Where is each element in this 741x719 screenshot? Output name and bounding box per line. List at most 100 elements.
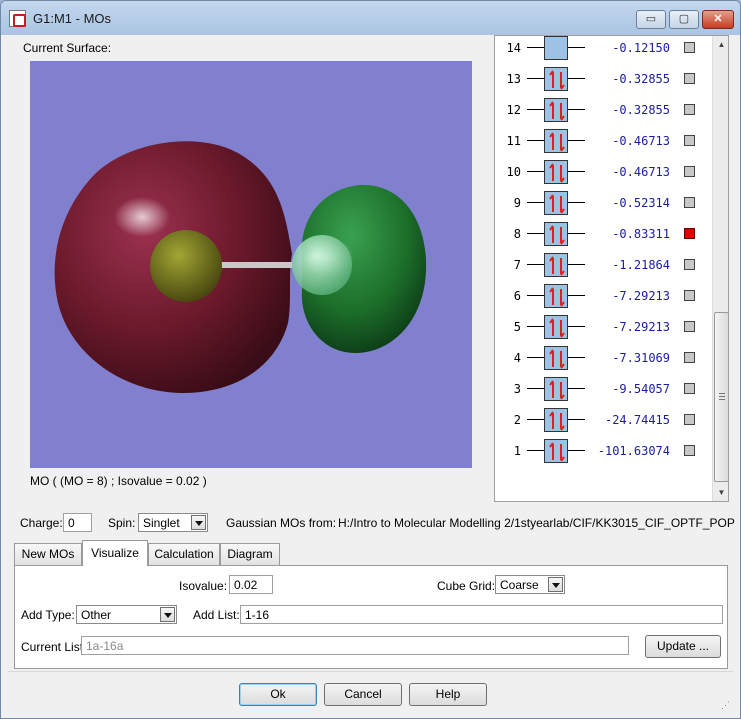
isovalue-input[interactable] (229, 575, 273, 594)
add-list-input[interactable] (240, 605, 723, 624)
mo-number: 8 (513, 227, 521, 241)
mo-row[interactable]: 4 -7.31069 (495, 342, 711, 373)
mo-row[interactable]: 12 -0.32855 (495, 94, 711, 125)
mo-select-checkbox[interactable] (684, 290, 695, 301)
spin-value: Singlet (143, 516, 180, 530)
mo-select-checkbox[interactable] (684, 166, 695, 177)
mo-select-checkbox[interactable] (684, 42, 695, 53)
heavy-atom (150, 230, 222, 302)
mo-select-checkbox[interactable] (684, 445, 695, 456)
electron-pair-icon[interactable] (544, 67, 568, 91)
electron-pair-icon[interactable] (544, 284, 568, 308)
dialog-client: Current Surface: MO ((MO = 8) ; Isovalu… (8, 35, 735, 713)
mo-energy: -9.54057 (612, 382, 670, 396)
close-button[interactable]: ✕ (702, 10, 734, 29)
mo-select-checkbox[interactable] (684, 414, 695, 425)
scroll-down-icon[interactable]: ▼ (713, 484, 728, 501)
mo-number: 5 (513, 320, 521, 334)
mo-select-checkbox[interactable] (684, 352, 695, 363)
mo-row[interactable]: 11 -0.46713 (495, 125, 711, 156)
grip-icon (719, 393, 725, 400)
update-button[interactable]: Update ... (645, 635, 721, 658)
mo-select-checkbox[interactable] (684, 383, 695, 394)
mo-row[interactable]: 14 -0.12150 (495, 36, 711, 63)
mo-energy: -0.83311 (612, 227, 670, 241)
mo-row[interactable]: 7 -1.21864 (495, 249, 711, 280)
mo-row[interactable]: 10 -0.46713 (495, 156, 711, 187)
electron-pair-icon[interactable] (544, 377, 568, 401)
electron-pair-icon[interactable] (544, 439, 568, 463)
mo-row[interactable]: 8 -0.83311 (495, 218, 711, 249)
electron-pair-icon[interactable] (544, 160, 568, 184)
charge-input[interactable] (63, 513, 92, 532)
mo-energy: -0.32855 (612, 72, 670, 86)
current-list-label: Current List: (21, 640, 87, 654)
mo-row[interactable]: 13 -0.32855 (495, 63, 711, 94)
chevron-down-icon (191, 515, 206, 530)
close-icon: ✕ (713, 13, 723, 25)
electron-pair-icon[interactable] (544, 98, 568, 122)
mo-row[interactable]: 2 -24.74415 (495, 404, 711, 435)
electron-pair-icon[interactable] (544, 191, 568, 215)
mos-window: G1:M1 - MOs ▭ ▢ ✕ Current Surface: MO (… (0, 0, 741, 719)
visualize-panel: Isovalue: Cube Grid: Coarse Add Type: Ot… (14, 565, 728, 669)
minimize-icon: ▭ (645, 13, 657, 25)
tab-visualize[interactable]: Visualize (82, 540, 148, 566)
mo-number: 14 (506, 41, 521, 55)
title-bar[interactable]: G1:M1 - MOs ▭ ▢ ✕ (1, 1, 740, 35)
mo-select-checkbox[interactable] (684, 228, 695, 239)
mo-row[interactable]: 1 -101.63074 (495, 435, 711, 466)
mo-number: 7 (513, 258, 521, 272)
mo-number: 11 (506, 134, 521, 148)
mo-select-checkbox[interactable] (684, 259, 695, 270)
mo-row[interactable]: 9 -0.52314 (495, 187, 711, 218)
tab-diagram[interactable]: Diagram (220, 543, 280, 565)
mo-row[interactable]: 6 -7.29213 (495, 280, 711, 311)
maximize-button[interactable]: ▢ (669, 10, 699, 29)
resize-grip-icon[interactable]: ⋰ (721, 700, 731, 710)
mo-row[interactable]: 5 -7.29213 (495, 311, 711, 342)
electron-pair-icon[interactable] (544, 222, 568, 246)
mo-energy: -0.46713 (612, 134, 670, 148)
molecule-viewport[interactable] (30, 61, 472, 468)
tab-new-mos[interactable]: New MOs (14, 543, 82, 565)
electron-pair-icon[interactable] (544, 315, 568, 339)
add-list-label: Add List: (193, 608, 240, 622)
isovalue-label: Isovalue: (179, 579, 228, 593)
mo-energy: -24.74415 (604, 413, 670, 427)
source-path: H:/Intro to Molecular Modelling 2/1styea… (338, 516, 735, 530)
mo-select-checkbox[interactable] (684, 73, 695, 84)
mo-select-checkbox[interactable] (684, 321, 695, 332)
molecule-render (54, 141, 427, 394)
mo-energy: -1.21864 (612, 258, 670, 272)
mo-list[interactable]: 14 -0.12150 13 -0.32855 12 -0.32855 11 -0.46713… (494, 35, 729, 502)
mo-list-scrollbar[interactable]: ▲ ▼ (712, 36, 728, 501)
tab-calculation[interactable]: Calculation (148, 543, 220, 565)
mo-row[interactable]: 3 -9.54057 (495, 373, 711, 404)
help-button[interactable]: Help (409, 683, 487, 706)
minimize-button[interactable]: ▭ (636, 10, 666, 29)
chevron-down-icon (548, 577, 563, 592)
add-type-value: Other (81, 608, 112, 622)
empty-orbital-icon[interactable] (544, 36, 568, 60)
cube-grid-label: Cube Grid: (437, 579, 496, 593)
electron-pair-icon[interactable] (544, 408, 568, 432)
current-surface-label: Current Surface: (23, 41, 112, 55)
mo-energy: -7.31069 (612, 351, 670, 365)
mo-select-checkbox[interactable] (684, 104, 695, 115)
ok-button[interactable]: Ok (239, 683, 317, 706)
scroll-up-icon[interactable]: ▲ (713, 36, 728, 53)
electron-pair-icon[interactable] (544, 253, 568, 277)
lobe-highlight (114, 197, 170, 237)
spin-label: Spin: (108, 516, 136, 530)
mo-energy: -0.52314 (612, 196, 670, 210)
electron-pair-icon[interactable] (544, 129, 568, 153)
mo-select-checkbox[interactable] (684, 197, 695, 208)
mo-select-checkbox[interactable] (684, 135, 695, 146)
scroll-thumb[interactable] (714, 312, 728, 482)
cancel-button[interactable]: Cancel (324, 683, 402, 706)
spin-select[interactable]: Singlet (138, 513, 208, 532)
cube-grid-select[interactable]: Coarse (495, 575, 565, 594)
add-type-select[interactable]: Other (76, 605, 177, 624)
electron-pair-icon[interactable] (544, 346, 568, 370)
